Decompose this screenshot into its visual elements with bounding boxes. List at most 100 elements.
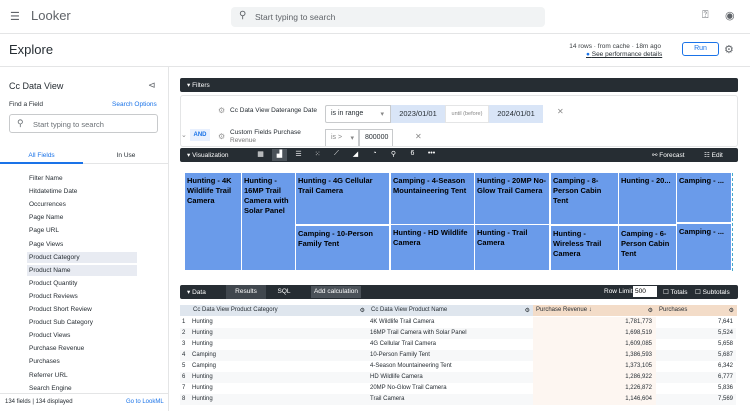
totals-checkbox[interactable]: ☐ Totals bbox=[663, 288, 688, 296]
tab-sql[interactable]: SQL bbox=[266, 285, 302, 299]
add-calculation-button[interactable]: Add calculation bbox=[311, 286, 361, 298]
tab-all-fields[interactable]: All Fields bbox=[0, 147, 83, 164]
filter-value-input[interactable]: 800000 bbox=[359, 129, 393, 146]
field-item[interactable]: Hitdatetime Date bbox=[27, 186, 137, 197]
filters-header[interactable]: ▾ Filters bbox=[180, 78, 738, 92]
field-item[interactable]: Product Views bbox=[27, 330, 137, 341]
field-item[interactable]: Product Name bbox=[27, 264, 137, 276]
field-item[interactable]: Purchase Revenue bbox=[27, 343, 137, 354]
resize-handle[interactable] bbox=[732, 173, 733, 271]
subtotals-checkbox[interactable]: ☐ Subtotals bbox=[695, 288, 730, 296]
map-icon[interactable]: ⚲ bbox=[386, 149, 401, 161]
treemap-tile[interactable]: Hunting - 20... bbox=[619, 173, 676, 224]
column-header[interactable]: Purchases ⚙ bbox=[656, 305, 737, 316]
treemap-tile[interactable]: Hunting - Trail Camera bbox=[475, 225, 549, 270]
category-cell: Hunting bbox=[192, 341, 213, 347]
menu-icon[interactable]: ☰ bbox=[10, 10, 20, 23]
data-toggle[interactable]: ▾ Data bbox=[187, 288, 206, 296]
filter-operator-select[interactable]: is > ▾ bbox=[325, 129, 359, 146]
table-row[interactable]: 5 Camping 4-Season Mountaineering Tent 1,37… bbox=[180, 361, 736, 372]
treemap-tile[interactable]: Hunting - Wireless Trail Camera bbox=[551, 226, 618, 270]
column-header[interactable]: Purchase Revenue ↓ ⚙ bbox=[533, 305, 656, 316]
collapse-sidebar-icon[interactable]: ⊲ bbox=[148, 80, 156, 91]
treemap-tile[interactable]: Camping - 8-Person Cabin Tent bbox=[551, 173, 618, 224]
product-name-cell: Trail Camera bbox=[370, 396, 405, 402]
filter-operator-select[interactable]: is in range ▾ bbox=[325, 105, 391, 123]
line-chart-icon[interactable]: ⟋ bbox=[329, 149, 344, 161]
filter-start-date[interactable]: 2023/01/01 bbox=[391, 105, 445, 123]
field-item[interactable]: Product Category bbox=[27, 251, 137, 263]
table-row[interactable]: 3 Hunting 4G Cellular Trail Camera 1,609,08… bbox=[180, 339, 736, 350]
revenue-cell: 1,226,872 bbox=[533, 383, 656, 394]
chevron-down-icon[interactable]: ⌄ bbox=[181, 131, 187, 139]
account-icon[interactable]: ◉ bbox=[725, 9, 735, 22]
search-options-link[interactable]: Search Options bbox=[112, 101, 157, 108]
bar-chart-icon[interactable]: ☰ bbox=[291, 149, 306, 161]
field-item[interactable]: Page URL bbox=[27, 225, 137, 236]
single-value-icon[interactable]: 6 bbox=[405, 149, 420, 161]
run-button[interactable]: Run bbox=[682, 42, 719, 56]
treemap-tile[interactable]: Hunting - 4G Cellular Trail Camera bbox=[296, 173, 389, 224]
gear-icon[interactable]: ⚙ bbox=[218, 106, 225, 115]
visualization-header[interactable]: ▾ Visualization ▦ ▟ ☰ ⁙ ⟋ ◢ ◔ ⚲ 6 ••• ⚯ Forecast … bbox=[180, 148, 738, 162]
treemap-tile[interactable]: Hunting - HD Wildlife Camera bbox=[391, 225, 474, 270]
remove-filter-icon[interactable]: ✕ bbox=[557, 107, 564, 116]
forecast-button[interactable]: ⚯ Forecast bbox=[652, 151, 685, 159]
column-chart-icon[interactable]: ▟ bbox=[272, 149, 287, 161]
table-row[interactable]: 8 Hunting Trail Camera 1,146,604 7,569 bbox=[180, 394, 736, 405]
column-header[interactable]: Cc Data View Product Category ⚙ bbox=[190, 305, 368, 316]
field-item[interactable]: Filter Name bbox=[27, 173, 137, 184]
scatter-icon[interactable]: ⁙ bbox=[310, 149, 325, 161]
table-row[interactable]: 2 Hunting 16MP Trail Camera with Solar Pan… bbox=[180, 328, 736, 339]
field-search-input[interactable]: ⚲ Start typing to search bbox=[9, 114, 158, 133]
table-row[interactable]: 1 Hunting 4K Wildlife Trail Camera 1,781,77… bbox=[180, 317, 736, 328]
go-to-lookml-link[interactable]: Go to LookML bbox=[126, 399, 164, 405]
looker-logo[interactable]: Looker bbox=[31, 8, 71, 23]
global-search-input[interactable]: ⚲ Start typing to search bbox=[231, 7, 545, 27]
table-row[interactable]: 7 Hunting 20MP No-Glow Trail Camera 1,226,8… bbox=[180, 383, 736, 394]
row-limit-input[interactable]: 500 bbox=[633, 286, 657, 297]
area-chart-icon[interactable]: ◢ bbox=[348, 149, 363, 161]
field-item[interactable]: Page Name bbox=[27, 212, 137, 223]
help-icon[interactable]: ⍰ bbox=[702, 9, 709, 22]
table-row[interactable]: 4 Camping 10-Person Family Tent 1,386,593 5,… bbox=[180, 350, 736, 361]
product-name-cell: 16MP Trail Camera with Solar Panel bbox=[370, 330, 467, 336]
treemap-tile[interactable]: Hunting - 16MP Trail Camera with Solar P… bbox=[242, 173, 295, 270]
filter-end-date[interactable]: 2024/01/01 bbox=[489, 105, 543, 123]
table-icon[interactable]: ▦ bbox=[253, 149, 268, 161]
find-field-label: Find a Field bbox=[9, 101, 43, 108]
purchases-cell: 5,524 bbox=[717, 330, 733, 336]
field-item[interactable]: Product Quantity bbox=[27, 278, 137, 289]
treemap-tile[interactable]: Camping - 6-Person Cabin Tent bbox=[619, 226, 676, 270]
treemap-tile[interactable]: Hunting - 20MP No-Glow Trail Camera bbox=[475, 173, 549, 224]
remove-filter-icon[interactable]: ✕ bbox=[415, 132, 422, 141]
field-item[interactable]: Product Sub Category bbox=[27, 317, 137, 328]
gear-icon[interactable]: ⚙ bbox=[218, 132, 225, 141]
treemap-tile[interactable]: Camping - 10-Person Family Tent bbox=[296, 226, 389, 270]
field-item[interactable]: Purchases bbox=[27, 356, 137, 367]
settings-gear-icon[interactable]: ⚙ bbox=[724, 43, 734, 56]
row-number-header bbox=[180, 305, 190, 316]
field-item[interactable]: Page Views bbox=[27, 239, 137, 250]
tab-in-use[interactable]: In Use bbox=[83, 147, 169, 164]
performance-link[interactable]: ● See performance details bbox=[586, 51, 662, 58]
field-item[interactable]: Referrer URL bbox=[27, 370, 137, 381]
treemap-tile[interactable]: Camping - ... bbox=[677, 173, 731, 222]
filter-field-label: Cc Data View Daterange Date bbox=[230, 107, 317, 114]
column-header[interactable]: Cc Data View Product Name ⚙ bbox=[368, 305, 533, 316]
tab-results[interactable]: Results bbox=[226, 285, 266, 299]
purchases-cell: 7,641 bbox=[717, 319, 733, 325]
pie-chart-icon[interactable]: ◔ bbox=[367, 149, 382, 161]
treemap-tile[interactable]: Camping - ... bbox=[677, 224, 731, 270]
field-item[interactable]: Product Short Review bbox=[27, 304, 137, 315]
row-number: 6 bbox=[182, 374, 186, 380]
field-item[interactable]: Product Reviews bbox=[27, 291, 137, 302]
edit-viz-button[interactable]: ☷ Edit bbox=[704, 151, 723, 159]
treemap-tile[interactable]: Camping - 4-Season Mountaineering Tent bbox=[391, 173, 474, 224]
category-cell: Hunting bbox=[192, 319, 213, 325]
field-item[interactable]: Search Engine bbox=[27, 383, 137, 394]
field-item[interactable]: Occurrences bbox=[27, 199, 137, 210]
table-row[interactable]: 6 Hunting HD Wildlife Camera 1,286,922 6,777 bbox=[180, 372, 736, 383]
treemap-tile[interactable]: Hunting - 4K Wildlife Trail Camera bbox=[185, 173, 241, 270]
more-icon[interactable]: ••• bbox=[424, 149, 439, 161]
